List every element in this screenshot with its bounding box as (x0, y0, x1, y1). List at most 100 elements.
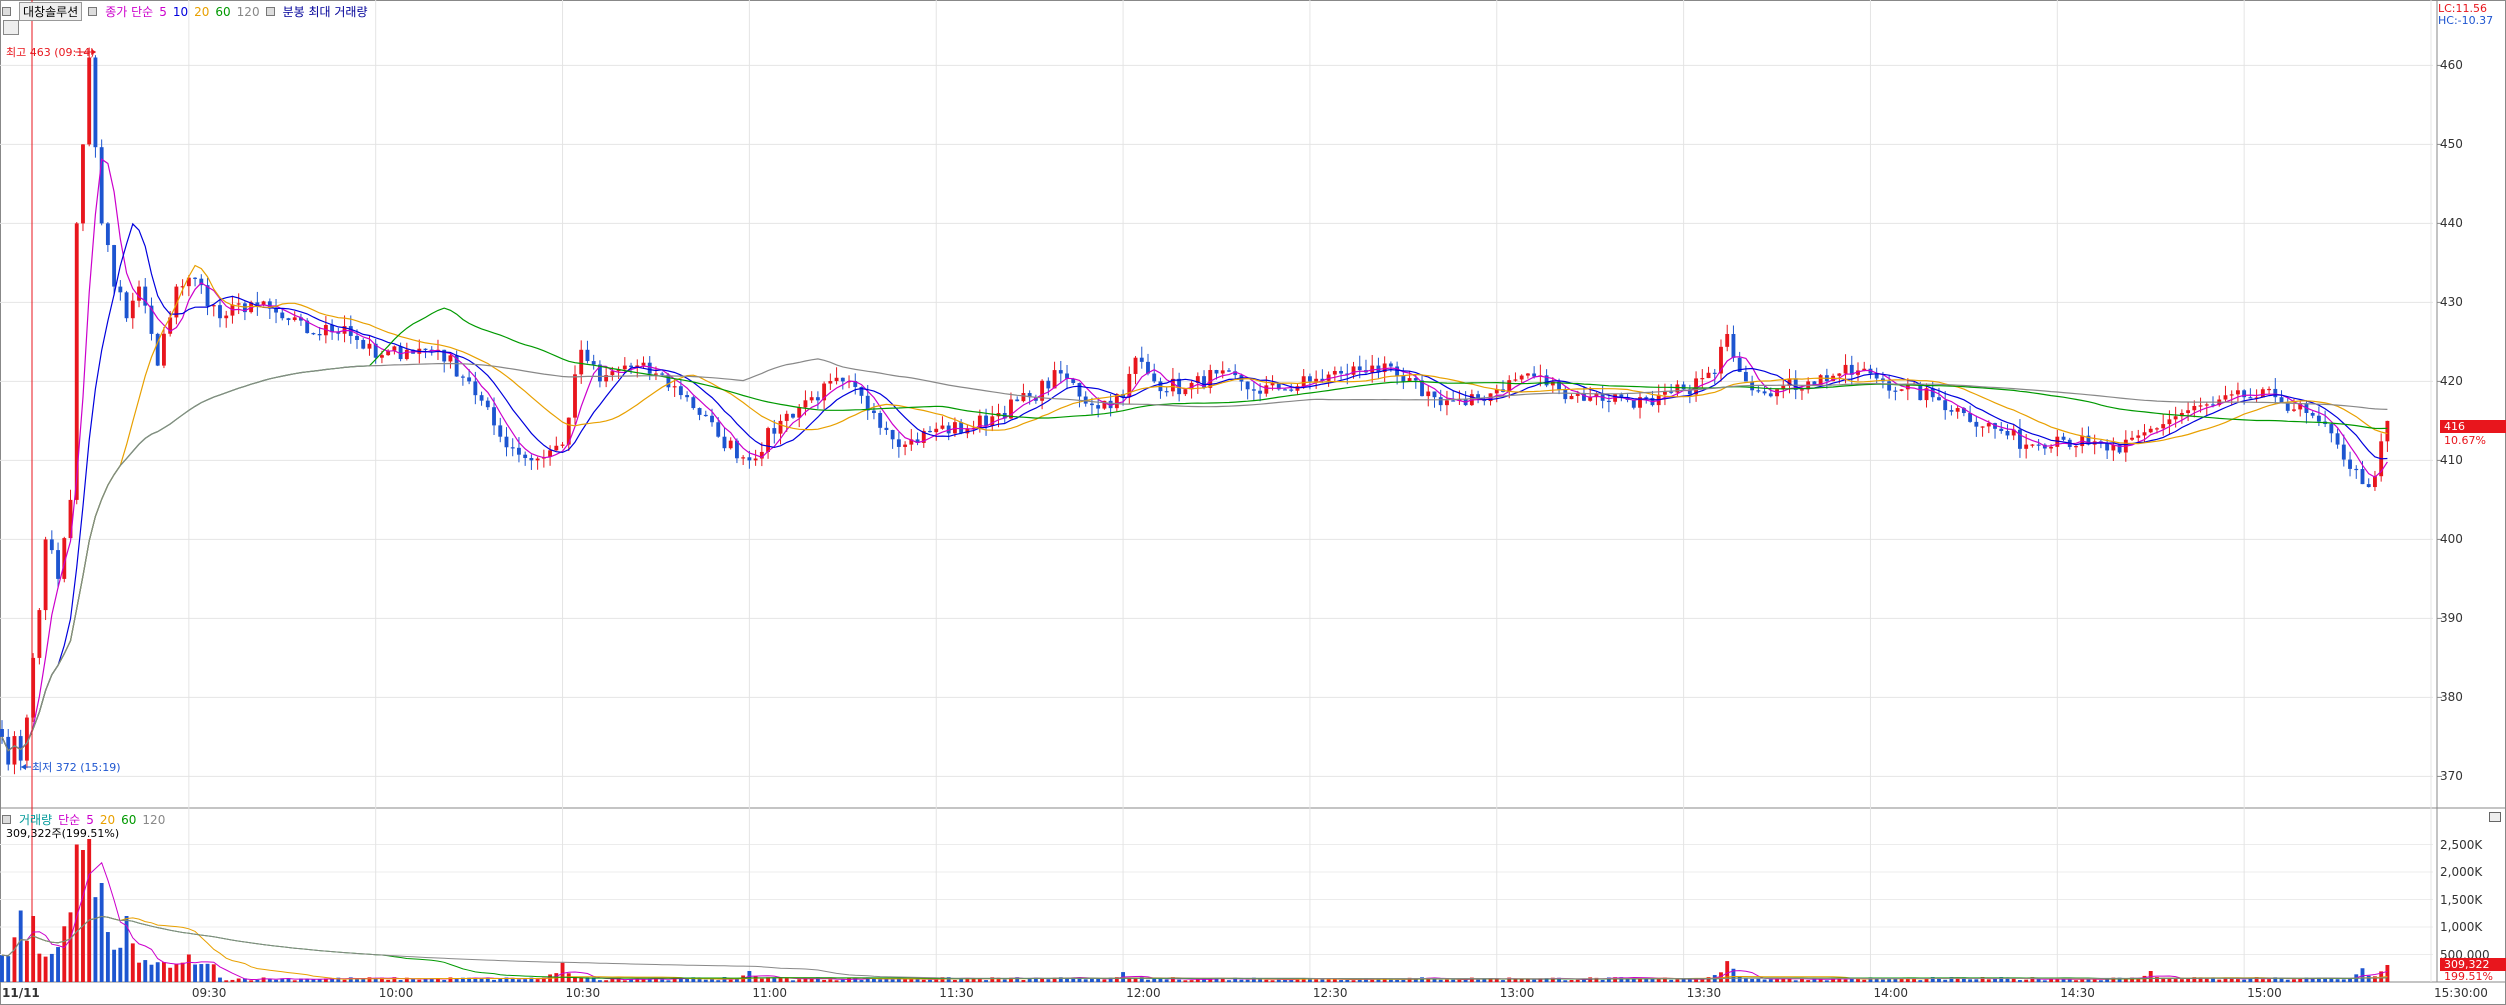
current-volume: 309,322주(199.51%) (6, 827, 120, 840)
volume-bar (2173, 979, 2178, 982)
grid-menu-icon[interactable] (3, 20, 19, 35)
candle-body (2030, 444, 2035, 446)
ma-period-10[interactable]: 10 (173, 5, 188, 19)
candle-body (1532, 373, 1537, 377)
stock-name[interactable]: 대창솔루션 (19, 2, 83, 21)
volume-bar (1843, 979, 1848, 982)
candle-body (2167, 419, 2172, 425)
candle-body (1519, 375, 1524, 380)
candle-body (2186, 410, 2191, 413)
price-tick-label: 440 (2440, 216, 2463, 231)
volume-bar (1862, 979, 1867, 982)
volume-bar (604, 980, 609, 982)
candle-body (697, 408, 702, 415)
volume-bar (37, 953, 42, 982)
ma-period-120[interactable]: 120 (237, 5, 260, 19)
volume-toggle-icon[interactable] (2, 815, 11, 824)
candle-body (903, 444, 908, 447)
volume-bar (2260, 979, 2265, 982)
price-tick-label: 410 (2440, 453, 2463, 468)
volume-bar (1102, 979, 1107, 982)
volume-bar (1345, 979, 1350, 982)
volume-bar (1793, 980, 1798, 982)
candle-body (1426, 391, 1431, 397)
ma-toggle-icon[interactable] (88, 7, 98, 16)
candle-body (890, 430, 895, 440)
volume-bar (1669, 979, 1674, 982)
volume-panel-menu-icon[interactable] (2489, 812, 2501, 822)
volume-bar (1700, 979, 1705, 982)
panel-toggle-icon[interactable] (2, 7, 11, 16)
volume-option[interactable]: 분봉 최대 거래량 (283, 3, 368, 20)
price-tick-label: 430 (2440, 295, 2463, 310)
ma-line-5 (1, 158, 2388, 752)
volume-bar (199, 964, 204, 982)
candle-body (878, 413, 883, 428)
candle-body (934, 428, 939, 433)
vol-ma-120[interactable]: 120 (142, 813, 165, 827)
candle-body (2316, 415, 2321, 422)
candle-body (641, 362, 646, 366)
volume-option-toggle-icon[interactable] (265, 7, 275, 16)
candle-body (280, 312, 285, 319)
volume-bar (236, 978, 241, 982)
ma-period-5[interactable]: 5 (159, 5, 167, 19)
volume-bar (2067, 979, 2072, 982)
volume-bar (174, 963, 179, 982)
volume-bar (1681, 979, 1686, 982)
volume-bar (1438, 979, 1443, 982)
candle-body (218, 305, 222, 319)
candle-body (37, 610, 42, 658)
ma-label[interactable]: 종가 단순 (105, 3, 153, 20)
volume-bar (68, 912, 73, 982)
candle-body (236, 303, 241, 305)
candle-body (504, 436, 509, 448)
volume-bar (1513, 979, 1518, 982)
candle-body (2173, 416, 2178, 420)
volume-bar (81, 850, 85, 982)
volume-bar (903, 979, 908, 982)
ma-period-20[interactable]: 20 (194, 5, 209, 19)
candle-body (1731, 334, 1736, 358)
candle-body (1258, 390, 1263, 394)
price-tick-label: 380 (2440, 690, 2463, 705)
volume-bar (2186, 978, 2191, 982)
time-tick-label: 11:00 (752, 986, 787, 1000)
candle-body (896, 439, 901, 447)
candle-body (828, 381, 833, 384)
volume-bar (1824, 980, 1829, 982)
candle-body (1663, 391, 1667, 395)
volume-bar (791, 980, 795, 982)
volume-bar (1395, 979, 1400, 982)
candle-body (423, 348, 428, 350)
volume-bar (641, 979, 646, 982)
candle-body (467, 377, 472, 382)
candle-body (1569, 395, 1574, 400)
candle-body (529, 458, 534, 461)
candle-body (1725, 334, 1730, 347)
price-tick-label: 390 (2440, 611, 2463, 626)
volume-bar (56, 947, 60, 982)
time-tick-label: 15:30:00 (2434, 986, 2488, 1000)
candle-body (1401, 375, 1406, 382)
volume-bar (205, 963, 210, 982)
candle-body (791, 413, 795, 418)
volume-bar (1326, 979, 1331, 982)
ma-period-60[interactable]: 60 (215, 5, 230, 19)
candle-body (2235, 390, 2240, 395)
grid-lines (0, 0, 2442, 982)
volume-bar (1451, 979, 1456, 982)
candle-body (778, 420, 783, 434)
volume-bar (1046, 979, 1051, 982)
candle-body (1245, 381, 1250, 390)
volume-bar (660, 979, 665, 982)
volume-bar (2235, 979, 2240, 982)
vol-ma-60[interactable]: 60 (121, 813, 136, 827)
volume-bar (1974, 979, 1979, 982)
candle-body (286, 318, 291, 321)
volume-bar (622, 980, 627, 982)
volume-bar (1090, 978, 1094, 982)
candle-body (1339, 370, 1343, 374)
stock-chart[interactable] (0, 0, 2506, 1005)
candle-body (629, 365, 633, 368)
